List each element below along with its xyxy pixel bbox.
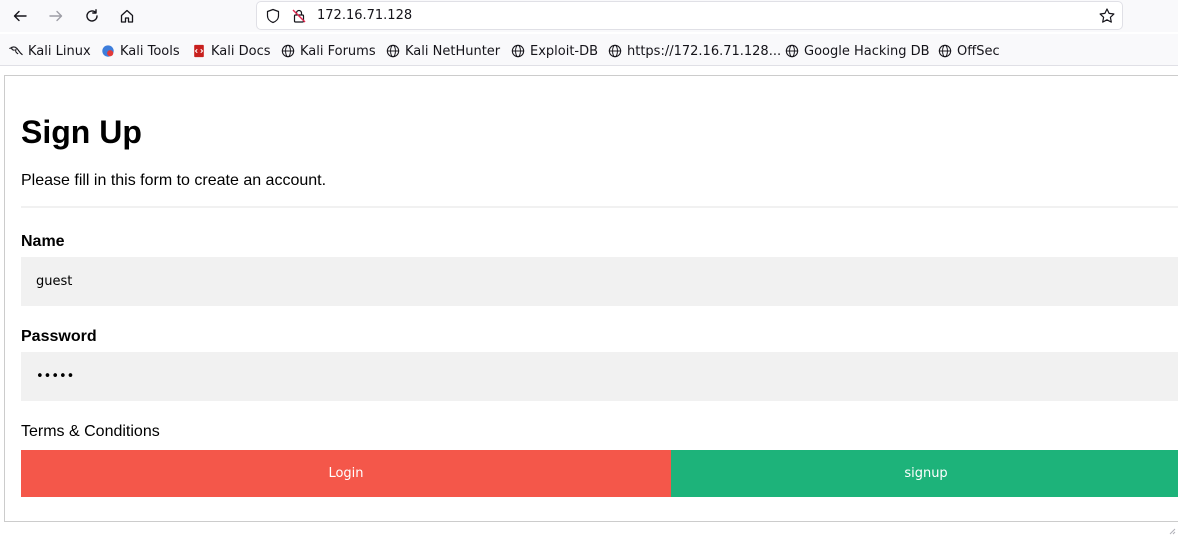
- globe-icon: [510, 43, 526, 59]
- globe-icon: [280, 43, 296, 59]
- insecure-lock-icon[interactable]: [291, 8, 307, 24]
- forward-button[interactable]: [43, 3, 69, 29]
- bookmark-exploit-db[interactable]: Exploit-DB: [510, 42, 598, 60]
- bookmark-kali-nethunter[interactable]: Kali NetHunter: [385, 42, 500, 60]
- form-subtitle: Please fill in this form to create an ac…: [21, 172, 327, 189]
- password-label: Password: [21, 328, 97, 345]
- home-icon: [120, 9, 134, 23]
- resize-grip-icon[interactable]: [1168, 527, 1176, 535]
- password-input[interactable]: [21, 352, 1178, 401]
- terms-link[interactable]: Terms & Conditions: [21, 423, 160, 441]
- globe-icon: [784, 43, 800, 59]
- kali-dragon-icon: [8, 43, 24, 59]
- arrow-right-icon: [49, 10, 63, 22]
- address-bar[interactable]: 172.16.71.128: [256, 1, 1123, 30]
- reload-icon: [86, 9, 98, 22]
- signup-form: Sign Up Please fill in this form to crea…: [4, 75, 1178, 522]
- back-button[interactable]: [7, 3, 33, 29]
- bookmark-google-hacking-db[interactable]: Google Hacking DB: [784, 42, 930, 60]
- reload-button[interactable]: [79, 3, 105, 29]
- globe-icon: [607, 43, 623, 59]
- bookmark-kali-tools[interactable]: Kali Tools: [100, 42, 180, 60]
- bookmarks-toolbar: Kali Linux Kali Tools Kali Docs Kali For…: [0, 34, 1178, 66]
- bookmark-kali-forums[interactable]: Kali Forums: [280, 42, 376, 60]
- bookmark-kali-docs[interactable]: Kali Docs: [191, 42, 271, 60]
- page-title: Sign Up: [21, 114, 142, 150]
- bookmark-https-172-16-71-128[interactable]: https://172.16.71.128...: [607, 42, 781, 60]
- name-input[interactable]: [21, 257, 1178, 306]
- bookmark-star-icon[interactable]: [1098, 7, 1116, 25]
- url-text[interactable]: 172.16.71.128: [317, 8, 412, 23]
- bookmark-offsec[interactable]: OffSec: [937, 42, 1000, 60]
- arrow-left-icon: [13, 10, 27, 22]
- name-label: Name: [21, 233, 65, 250]
- divider: [21, 206, 1178, 208]
- globe-icon: [937, 43, 953, 59]
- browser-toolbar: 172.16.71.128: [0, 0, 1178, 32]
- signup-button[interactable]: signup: [671, 450, 1178, 497]
- globe-icon: [385, 43, 401, 59]
- home-button[interactable]: [114, 3, 140, 29]
- shield-icon[interactable]: [265, 8, 281, 24]
- kali-docs-icon: [191, 43, 207, 59]
- login-button[interactable]: Login: [21, 450, 671, 497]
- kali-tools-icon: [100, 43, 116, 59]
- bookmark-kali-linux[interactable]: Kali Linux: [8, 42, 91, 60]
